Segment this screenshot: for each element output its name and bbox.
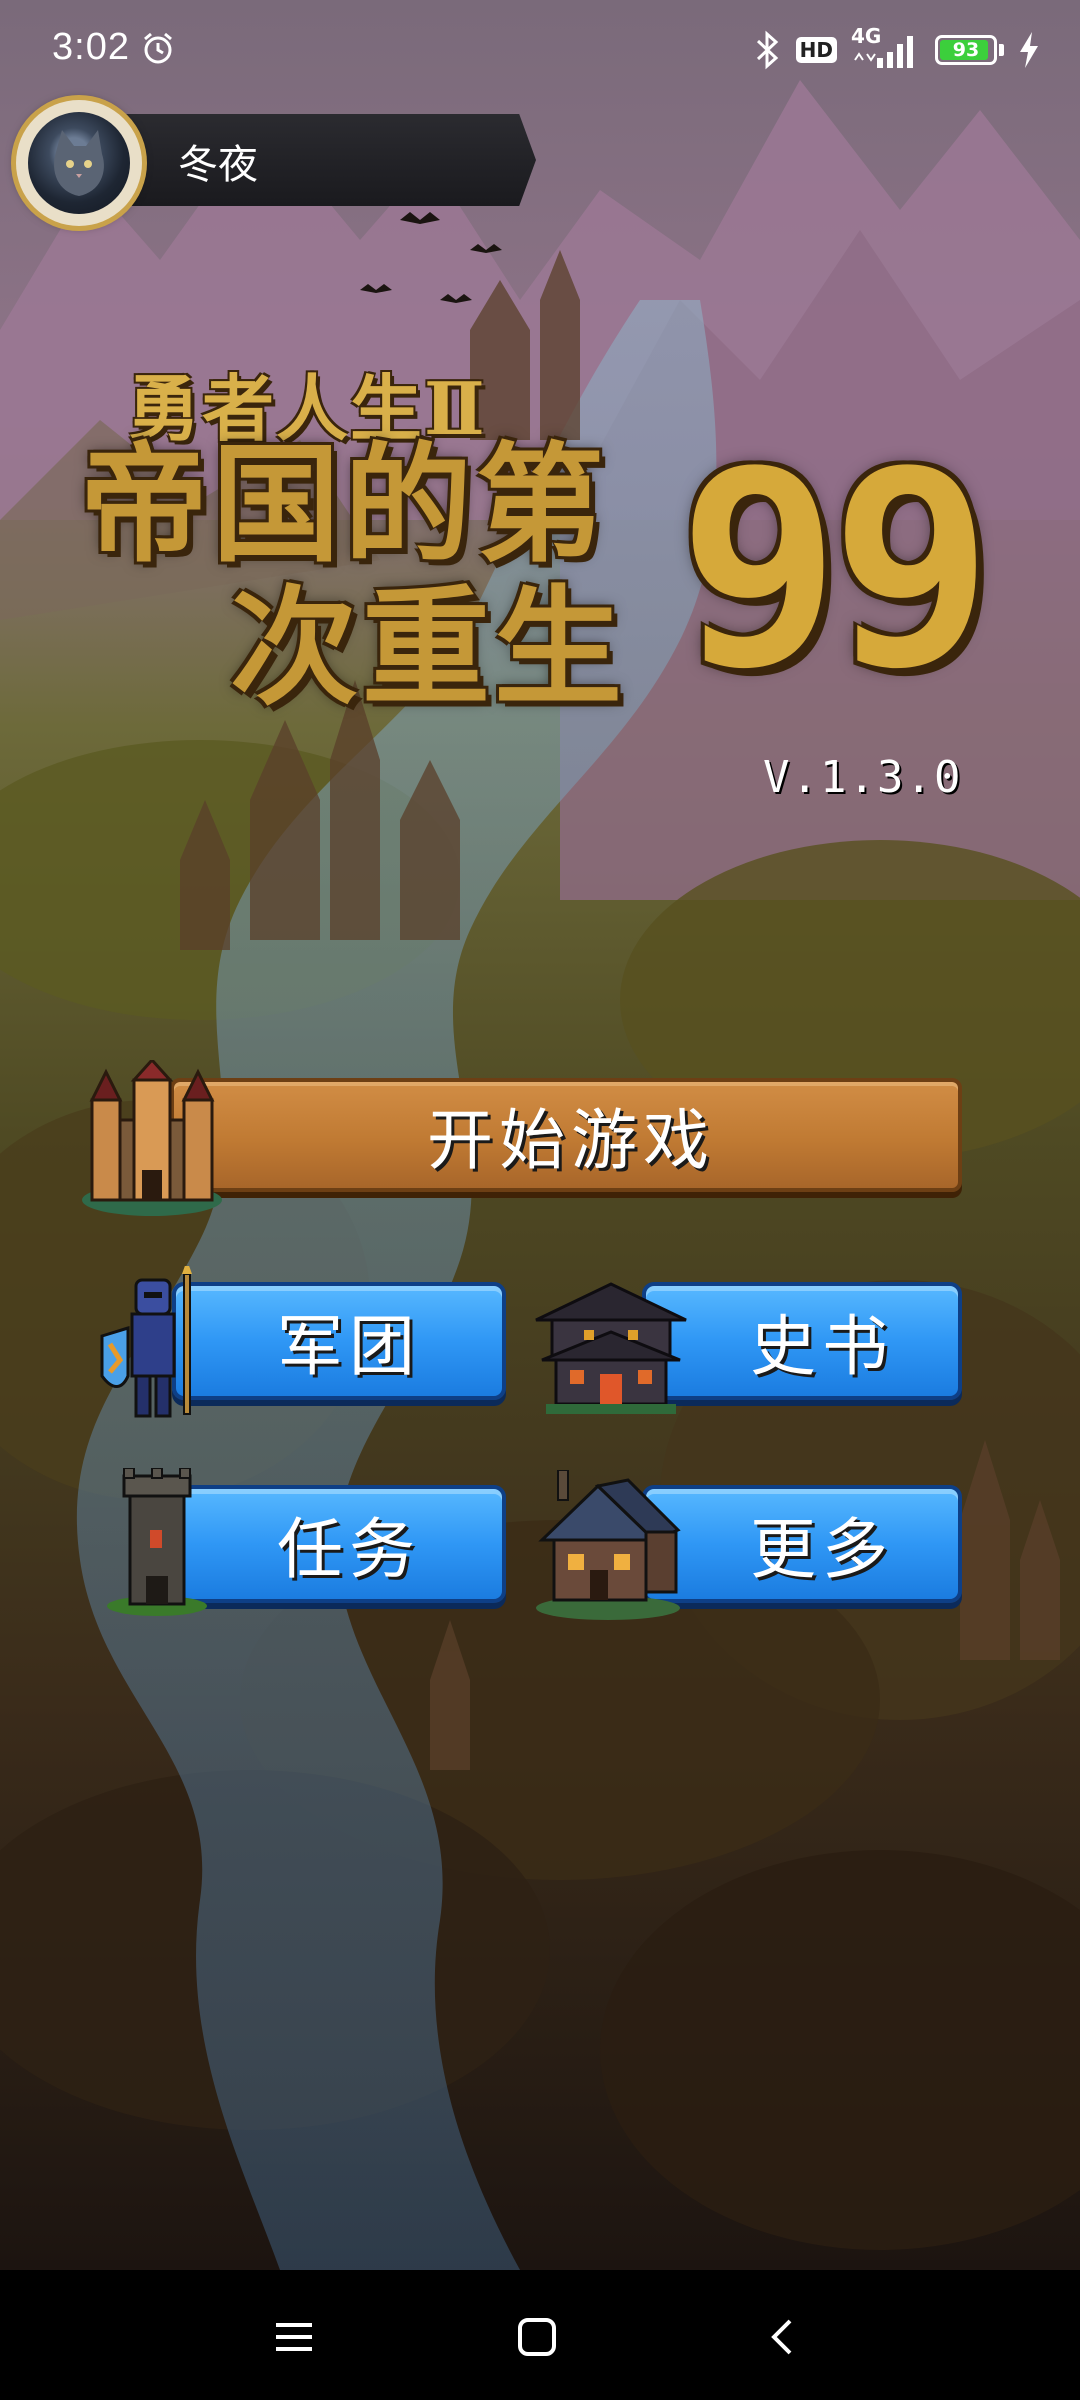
- quest-label: 任务: [277, 1511, 421, 1588]
- signal-strength-icon: 4G: [851, 24, 921, 70]
- hd-badge: HD: [795, 37, 837, 63]
- clock-time: 3:02: [52, 26, 130, 68]
- house-icon: [536, 1470, 681, 1620]
- castle-icon: [82, 1060, 222, 1216]
- tower-icon: [107, 1468, 207, 1616]
- quest-button[interactable]: 任务: [172, 1485, 506, 1603]
- title-number: 99: [678, 412, 993, 727]
- status-bar: 3:02 HD 4G 93: [0, 0, 1080, 100]
- army-label: 军团: [277, 1308, 421, 1385]
- version-label: V.1.3.0: [763, 752, 963, 803]
- player-profile[interactable]: 冬夜: [16, 100, 536, 226]
- title-line-2: 次重生: [230, 573, 627, 723]
- bluetooth-icon: [756, 30, 778, 70]
- avatar-frame[interactable]: [16, 100, 142, 226]
- home-square-icon[interactable]: [515, 2315, 559, 2359]
- battery-percent: 93: [952, 39, 980, 61]
- more-button[interactable]: 更多: [642, 1485, 962, 1603]
- recent-apps-icon[interactable]: [272, 2315, 316, 2359]
- title-line-1: 帝国的第: [80, 430, 609, 580]
- army-button[interactable]: 军团: [172, 1282, 506, 1400]
- alarm-clock-icon: [144, 32, 172, 64]
- start-game-button[interactable]: 开始游戏: [170, 1078, 962, 1192]
- cat-avatar-icon: [28, 112, 130, 214]
- system-navigation-bar: [0, 2270, 1080, 2400]
- back-chevron-icon[interactable]: [762, 2315, 806, 2359]
- player-name: 冬夜: [178, 142, 258, 188]
- knight-icon: [100, 1266, 192, 1418]
- battery-cap: [999, 44, 1004, 56]
- game-title-logo: 勇者人生Ⅱ 帝国的第 次重生 99: [60, 340, 1010, 810]
- temple-icon: [535, 1282, 687, 1414]
- start-game-label: 开始游戏: [427, 1102, 715, 1179]
- more-label: 更多: [750, 1511, 894, 1588]
- lightning-bolt-icon: [1020, 32, 1038, 68]
- battery-indicator: 93: [935, 35, 997, 65]
